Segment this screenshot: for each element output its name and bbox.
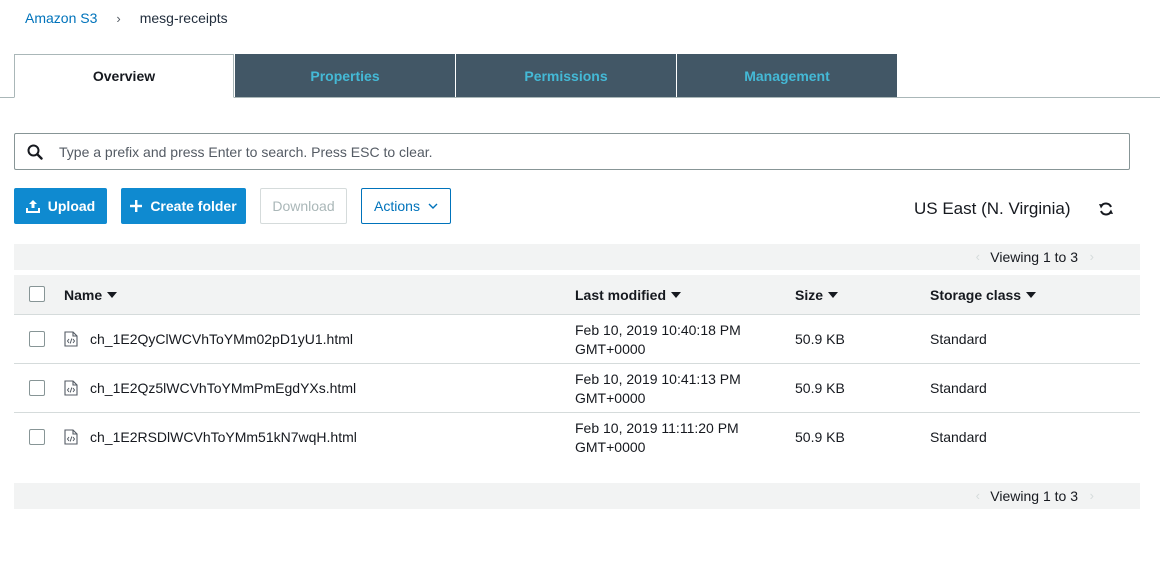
file-code-icon (64, 429, 78, 445)
tab-bar: Overview Properties Permissions Manageme… (0, 54, 1160, 98)
last-modified-date: Feb 10, 2019 11:11:20 PM (575, 420, 739, 436)
search-input[interactable] (59, 143, 1099, 160)
table-row[interactable]: ch_1E2RSDlWCVhToYMm51kN7wqH.html Feb 10,… (14, 413, 1140, 462)
prev-page-icon[interactable]: ‹ (976, 488, 980, 503)
last-modified-cell: Feb 10, 2019 11:11:20 PM GMT+0000 (575, 419, 739, 457)
upload-button[interactable]: Upload (14, 188, 107, 224)
tab-permissions[interactable]: Permissions (456, 54, 676, 97)
size-cell: 50.9 KB (795, 429, 845, 445)
create-folder-button[interactable]: Create folder (121, 188, 246, 224)
search-icon (27, 144, 43, 160)
last-modified-date: Feb 10, 2019 10:40:18 PM (575, 322, 741, 338)
sort-caret-icon (1026, 292, 1037, 298)
search-box (14, 133, 1130, 170)
select-all-checkbox[interactable] (29, 286, 45, 302)
file-name: ch_1E2RSDlWCVhToYMm51kN7wqH.html (90, 429, 357, 445)
last-modified-cell: Feb 10, 2019 10:41:13 PM GMT+0000 (575, 370, 741, 408)
last-modified-timezone: GMT+0000 (575, 439, 646, 455)
storage-class-cell: Standard (930, 429, 987, 445)
chevron-down-icon (428, 203, 438, 209)
sort-caret-icon (828, 292, 839, 298)
column-last-modified[interactable]: Last modified (575, 287, 682, 303)
file-name-link[interactable]: ch_1E2Qz5lWCVhToYMmPmEgdYXs.html (64, 380, 356, 396)
file-name: ch_1E2Qz5lWCVhToYMmPmEgdYXs.html (90, 380, 357, 396)
column-storage-class-label: Storage class (930, 287, 1022, 303)
sort-caret-icon (107, 292, 118, 298)
file-name-link[interactable]: ch_1E2QyClWCVhToYMm02pD1yU1.html (64, 331, 353, 347)
viewing-count: Viewing 1 to 3 (990, 488, 1078, 504)
create-folder-button-label: Create folder (150, 198, 237, 214)
column-last-modified-label: Last modified (575, 287, 667, 303)
breadcrumb-separator: › (116, 10, 121, 26)
row-checkbox[interactable] (29, 429, 45, 445)
viewing-count: Viewing 1 to 3 (990, 249, 1078, 265)
upload-icon (25, 199, 40, 213)
storage-class-cell: Standard (930, 380, 987, 396)
tab-overview[interactable]: Overview (14, 54, 234, 98)
file-code-icon (64, 380, 78, 396)
column-storage-class[interactable]: Storage class (930, 287, 1037, 303)
file-code-icon (64, 331, 78, 347)
size-cell: 50.9 KB (795, 380, 845, 396)
sort-caret-icon (671, 292, 682, 298)
table-header: Name Last modified Size Storage class (14, 275, 1140, 315)
next-page-icon[interactable]: › (1090, 488, 1094, 503)
pagination-bottom: ‹ Viewing 1 to 3 › (14, 483, 1140, 509)
tab-management[interactable]: Management (677, 54, 897, 97)
column-name[interactable]: Name (64, 287, 118, 303)
table-row[interactable]: ch_1E2QyClWCVhToYMm02pD1yU1.html Feb 10,… (14, 315, 1140, 364)
row-checkbox[interactable] (29, 380, 45, 396)
column-size[interactable]: Size (795, 287, 839, 303)
row-checkbox[interactable] (29, 331, 45, 347)
last-modified-cell: Feb 10, 2019 10:40:18 PM GMT+0000 (575, 321, 741, 359)
prev-page-icon[interactable]: ‹ (976, 249, 980, 264)
tab-properties[interactable]: Properties (235, 54, 455, 97)
table-row[interactable]: ch_1E2Qz5lWCVhToYMmPmEgdYXs.html Feb 10,… (14, 364, 1140, 413)
refresh-icon[interactable] (1098, 201, 1114, 217)
file-name: ch_1E2QyClWCVhToYMm02pD1yU1.html (90, 331, 353, 347)
actions-dropdown-label: Actions (374, 198, 420, 214)
upload-button-label: Upload (47, 198, 96, 214)
actions-dropdown[interactable]: Actions (361, 188, 451, 224)
column-size-label: Size (795, 287, 824, 303)
region-label: US East (N. Virginia) (914, 199, 1071, 218)
last-modified-date: Feb 10, 2019 10:41:13 PM (575, 371, 741, 387)
download-button[interactable]: Download (260, 188, 347, 224)
breadcrumb: Amazon S3 › mesg-receipts (25, 9, 228, 27)
size-cell: 50.9 KB (795, 331, 845, 347)
column-name-label: Name (64, 287, 103, 303)
last-modified-timezone: GMT+0000 (575, 390, 646, 406)
pagination-top: ‹ Viewing 1 to 3 › (14, 244, 1140, 270)
file-name-link[interactable]: ch_1E2RSDlWCVhToYMm51kN7wqH.html (64, 429, 357, 445)
storage-class-cell: Standard (930, 331, 987, 347)
last-modified-timezone: GMT+0000 (575, 341, 646, 357)
breadcrumb-current-bucket: mesg-receipts (139, 10, 228, 26)
plus-icon (130, 200, 143, 212)
next-page-icon[interactable]: › (1090, 249, 1094, 264)
breadcrumb-amazon-s3-link[interactable]: Amazon S3 (25, 10, 97, 26)
